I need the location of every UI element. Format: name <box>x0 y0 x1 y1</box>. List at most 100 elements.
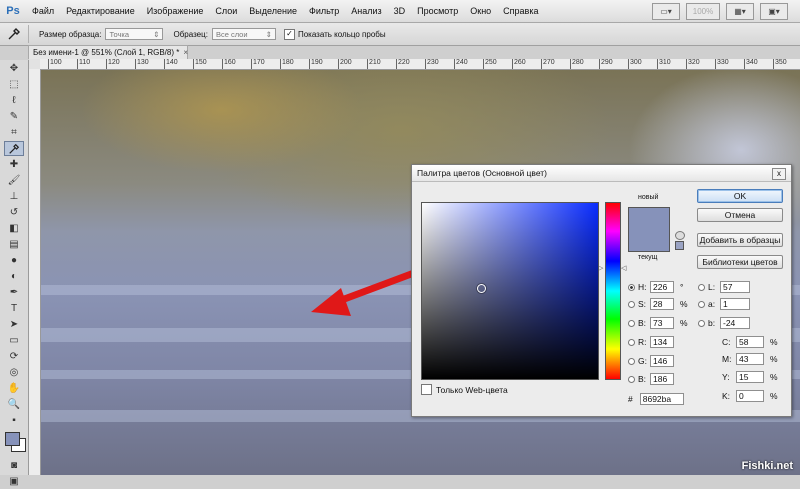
lab-b-radio[interactable] <box>698 319 705 327</box>
foreground-color-swatch[interactable] <box>5 432 20 446</box>
lasso-tool-icon[interactable]: ℓ <box>4 93 24 108</box>
yellow-input[interactable]: 15 <box>736 371 764 383</box>
sample-size-select[interactable]: Точка ⇕ <box>105 28 164 40</box>
yellow-label: Y: <box>722 372 730 382</box>
hue-slider-left-arrow-icon[interactable]: ▷ <box>598 264 603 272</box>
color-picker-dialog: Палитра цветов (Основной цвет) x ▷ ◁ нов… <box>411 164 792 417</box>
lab-a-input[interactable]: 1 <box>720 298 750 310</box>
hue-input[interactable]: 226 <box>650 281 674 293</box>
lab-l-input[interactable]: 57 <box>720 281 750 293</box>
lab-a-radio[interactable] <box>698 300 705 308</box>
dodge-tool-icon[interactable]: ◐ <box>4 269 24 284</box>
color-libraries-button[interactable]: Библиотеки цветов <box>697 255 783 269</box>
sample-layers-select[interactable]: Все слои ⇕ <box>211 28 276 40</box>
close-tab-icon[interactable]: × <box>183 48 188 57</box>
blur-tool-icon[interactable]: ● <box>4 253 24 268</box>
color-picker-ring[interactable] <box>477 284 486 293</box>
lab-l-radio[interactable] <box>698 283 705 291</box>
cyan-input[interactable]: 58 <box>736 336 764 348</box>
quick-selection-tool-icon[interactable]: ✎ <box>4 109 24 124</box>
current-color-swatch[interactable] <box>628 229 670 252</box>
web-colors-only-checkbox[interactable] <box>421 384 432 395</box>
web-safe-warning-icon[interactable] <box>675 241 684 250</box>
screen-mode-tool-icon[interactable]: ▣ <box>4 474 24 489</box>
arrange-documents-button[interactable]: ▦▾ <box>726 3 754 20</box>
shape-tool-icon[interactable]: ▭ <box>4 333 24 348</box>
red-input[interactable]: 134 <box>650 336 674 348</box>
clone-stamp-tool-icon[interactable]: ⊥ <box>4 189 24 204</box>
move-tool-icon[interactable]: ✥ <box>4 61 24 76</box>
ruler-tick-label: 140 <box>164 59 178 69</box>
history-brush-tool-icon[interactable]: ↺ <box>4 205 24 220</box>
web-colors-only-option[interactable]: Только Web-цвета <box>421 384 508 395</box>
color-field[interactable] <box>421 202 599 380</box>
zoom-tool-icon[interactable]: 🔍 <box>4 397 24 412</box>
tools-panel: ✥ ⬚ ℓ ✎ ⌗ ✚ 🖌 ⊥ ↺ ◧ ▤ ● ◐ ✒ T ➤ ▭ ⟳ ◎ ✋ … <box>0 60 29 487</box>
3d-rotate-tool-icon[interactable]: ⟳ <box>4 349 24 364</box>
screen-mode-icon[interactable]: ▣▾ <box>760 3 788 20</box>
blue-input[interactable]: 186 <box>650 373 674 385</box>
ruler-tick-label: 230 <box>425 59 439 69</box>
brush-tool-icon[interactable]: 🖌 <box>4 173 24 188</box>
saturation-radio[interactable] <box>628 300 635 308</box>
gradient-tool-icon[interactable]: ▤ <box>4 237 24 252</box>
hex-input[interactable]: 8692ba <box>639 393 684 405</box>
marquee-tool-icon[interactable]: ⬚ <box>4 77 24 92</box>
brightness-radio[interactable] <box>628 319 635 327</box>
add-to-swatches-button[interactable]: Добавить в образцы <box>697 233 783 247</box>
black-input[interactable]: 0 <box>736 390 764 402</box>
menu-edit[interactable]: Редактирование <box>60 6 141 16</box>
eyedropper-tool-icon[interactable] <box>4 141 24 156</box>
hue-slider[interactable] <box>605 202 621 380</box>
saturation-input[interactable]: 28 <box>650 298 674 310</box>
ruler-tick-label: 250 <box>483 59 497 69</box>
menu-analysis[interactable]: Анализ <box>345 6 387 16</box>
show-sampling-ring-checkbox[interactable]: ✓ <box>283 28 295 40</box>
cyan-label: C: <box>722 337 731 347</box>
menu-select[interactable]: Выделение <box>243 6 303 16</box>
red-radio[interactable] <box>628 338 635 346</box>
green-input[interactable]: 146 <box>650 355 674 367</box>
menu-help[interactable]: Справка <box>497 6 544 16</box>
yellow-unit: % <box>770 372 778 382</box>
menu-layers[interactable]: Слои <box>209 6 243 16</box>
menu-3d[interactable]: 3D <box>388 6 412 16</box>
crop-tool-icon[interactable]: ⌗ <box>4 125 24 140</box>
3d-orbit-tool-icon[interactable]: ◎ <box>4 365 24 380</box>
document-tab[interactable]: Без имени-1 @ 551% (Слой 1, RGB/8) * × <box>28 45 188 59</box>
show-sampling-ring-option[interactable]: ✓ Показать кольцо пробы <box>283 28 386 40</box>
eyedropper-tool-preset[interactable] <box>0 25 29 43</box>
menu-filter[interactable]: Фильтр <box>303 6 345 16</box>
hand-tool-icon[interactable]: ✋ <box>4 381 24 396</box>
brightness-input[interactable]: 73 <box>650 317 674 329</box>
saturation-label: S: <box>638 299 647 309</box>
dialog-title-bar[interactable]: Палитра цветов (Основной цвет) x <box>412 165 791 182</box>
menu-window[interactable]: Окно <box>464 6 497 16</box>
pen-tool-icon[interactable]: ✒ <box>4 285 24 300</box>
ok-button[interactable]: OK <box>697 189 783 203</box>
hue-slider-right-arrow-icon[interactable]: ◁ <box>621 264 626 272</box>
healing-brush-tool-icon[interactable]: ✚ <box>4 157 24 172</box>
lab-b-input[interactable]: -24 <box>720 317 750 329</box>
magenta-input[interactable]: 43 <box>736 353 764 365</box>
menu-file[interactable]: Файл <box>26 6 60 16</box>
new-color-label: новый <box>638 194 659 201</box>
path-selection-tool-icon[interactable]: ➤ <box>4 317 24 332</box>
zoom-level-select[interactable]: 100% <box>686 3 720 20</box>
gamut-warning-icon[interactable] <box>675 231 685 240</box>
menu-image[interactable]: Изображение <box>141 6 210 16</box>
quick-mask-icon[interactable]: ◙ <box>4 458 24 473</box>
type-tool-icon[interactable]: T <box>4 301 24 316</box>
eraser-tool-icon[interactable]: ◧ <box>4 221 24 236</box>
hue-radio[interactable] <box>628 283 635 291</box>
green-radio[interactable] <box>628 357 635 365</box>
cyan-unit: % <box>770 337 778 347</box>
blue-radio[interactable] <box>628 375 635 383</box>
default-colors-icon[interactable]: ▪ <box>4 413 24 428</box>
cancel-button[interactable]: Отмена <box>697 208 783 222</box>
ruler-tick-label: 160 <box>222 59 236 69</box>
close-icon[interactable]: x <box>772 168 786 180</box>
menu-view[interactable]: Просмотр <box>411 6 464 16</box>
chevron-down-icon: ⇕ <box>153 29 160 39</box>
screen-mode-button[interactable]: ▭▾ <box>652 3 680 20</box>
